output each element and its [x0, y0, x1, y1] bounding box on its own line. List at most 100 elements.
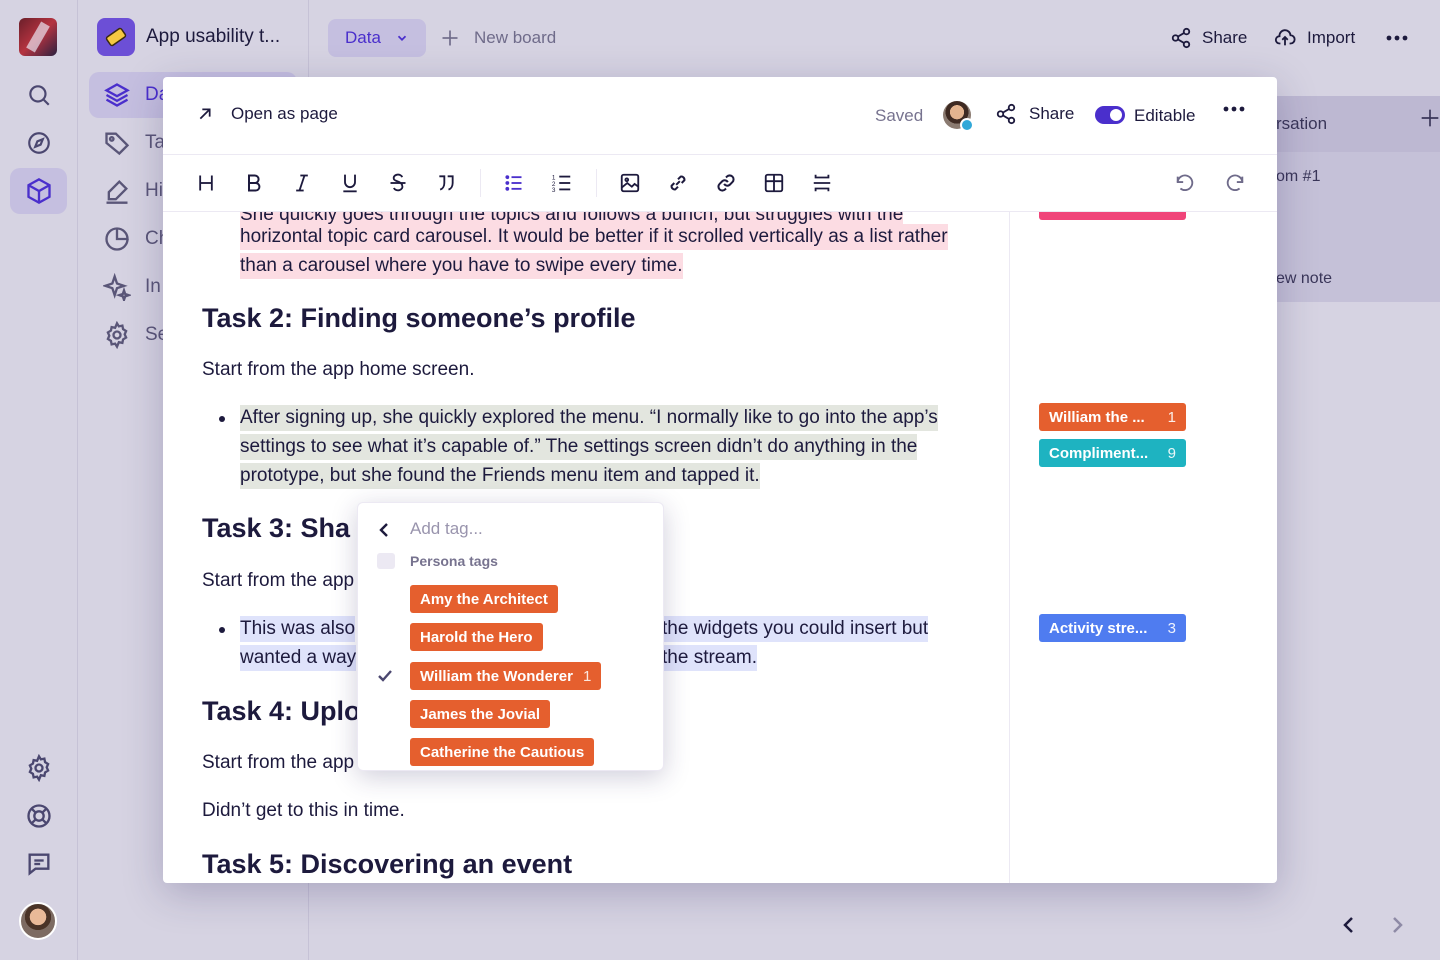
tag-label: Harold the Hero	[420, 628, 533, 646]
open-as-page-label: Open as page	[231, 104, 338, 123]
tag-count: 1	[582, 667, 592, 685]
tag-pill[interactable]: Activity stre... 3	[1039, 614, 1186, 642]
chat-icon[interactable]	[10, 841, 67, 887]
cube-icon[interactable]	[10, 168, 67, 214]
share-label: Share	[1202, 28, 1248, 47]
underline-icon[interactable]	[336, 169, 364, 197]
compass-icon[interactable]	[10, 120, 67, 166]
heading-icon[interactable]	[192, 169, 220, 197]
undo-icon[interactable]	[1171, 169, 1199, 197]
board-card[interactable]: om #1	[1276, 168, 1320, 186]
numbered-list-icon[interactable]: 123	[548, 169, 576, 197]
app-logo[interactable]	[19, 18, 57, 56]
tag-label: Amy the Architect	[420, 590, 548, 608]
highlighted-text[interactable]: After signing up, she quickly explored t…	[240, 403, 980, 490]
modal-header: Open as page Saved Share Editable	[163, 77, 1277, 155]
search-icon[interactable]	[10, 72, 67, 118]
persona-tag-option[interactable]: William the Wonderer 1	[410, 662, 602, 690]
highlight-text: wanted a way	[240, 645, 357, 671]
arrow-up-right-icon	[199, 108, 211, 120]
save-status: Saved	[875, 106, 924, 125]
tag-pill[interactable]: William the ... 1	[1039, 403, 1186, 431]
task-4-start: Start from the app	[202, 752, 355, 773]
highlighted-text[interactable]: the stream.	[662, 643, 758, 672]
tag-search-input[interactable]: Add tag...	[410, 519, 483, 539]
quote-icon[interactable]	[432, 169, 460, 197]
strikethrough-icon[interactable]	[384, 169, 412, 197]
import-label: Import	[1307, 28, 1356, 47]
toolbar-divider	[596, 169, 597, 197]
add-tag-dropdown: Add tag... Persona tags Amy the Architec…	[357, 502, 664, 771]
persona-tag-option[interactable]: James the Jovial	[410, 700, 551, 728]
collaborator-avatar[interactable]	[943, 101, 974, 132]
bullet-dot	[219, 416, 225, 422]
editable-toggle[interactable]	[1095, 106, 1125, 124]
new-board-label: New board	[474, 28, 557, 47]
tag-icon	[105, 132, 130, 156]
share-button[interactable]: Share	[1170, 19, 1247, 57]
highlighted-text[interactable]: This was also	[240, 614, 356, 643]
chevron-left-icon[interactable]	[1342, 914, 1356, 936]
highlight-text: This was also	[240, 616, 356, 642]
persona-tag-option[interactable]: Amy the Architect	[410, 585, 558, 613]
tag-pill[interactable]: Compliment... 9	[1039, 439, 1186, 467]
left-rail	[0, 0, 78, 960]
table-icon[interactable]	[760, 169, 788, 197]
share-icon	[1171, 27, 1191, 49]
view-select-label: Data	[345, 28, 381, 47]
sparkle-icon	[103, 273, 131, 301]
tag-count: 3	[1167, 619, 1176, 637]
link-icon[interactable]	[664, 169, 692, 197]
group-checkbox[interactable]	[377, 553, 395, 569]
task-4-heading: Task 4: Uplo	[202, 696, 361, 726]
checkmark-icon	[377, 669, 393, 683]
board-column-title: rsation	[1262, 96, 1440, 152]
toolbar-divider	[480, 169, 481, 197]
chevron-left-icon[interactable]	[378, 521, 390, 539]
add-column-plus-icon[interactable]	[1420, 108, 1440, 128]
highlighted-text[interactable]: the widgets you could insert but	[662, 614, 929, 643]
task-4-note: Didn’t get to this in time.	[202, 800, 405, 821]
open-as-page-button[interactable]: Open as page	[197, 104, 338, 124]
import-button[interactable]: Import	[1273, 19, 1355, 57]
chevron-down-icon	[397, 35, 407, 41]
top-bar: Data New board Share Import	[310, 0, 1440, 77]
svg-text:3: 3	[552, 187, 556, 194]
highlighted-text[interactable]: wanted a way	[240, 643, 357, 672]
tag-count: 1	[1167, 408, 1176, 426]
board-card[interactable]: ew note	[1276, 270, 1332, 288]
task-2-heading: Task 2: Finding someone’s profile	[202, 303, 636, 333]
settings-gear-icon[interactable]	[10, 745, 67, 791]
tag-label: Compliment...	[1049, 444, 1149, 462]
task-3-heading: Task 3: Sha	[202, 513, 351, 543]
bold-icon[interactable]	[240, 169, 268, 197]
persona-tag-option[interactable]: Catherine the Cautious	[410, 738, 595, 766]
divider-icon[interactable]	[808, 169, 836, 197]
workspace-ticket-icon	[97, 18, 135, 56]
new-board-button[interactable]: New board	[440, 19, 556, 57]
highlighter-icon	[106, 180, 128, 204]
modal-share-button[interactable]: Share	[995, 103, 1074, 125]
editable-label: Editable	[1134, 106, 1196, 125]
bullet-list-icon[interactable]	[500, 169, 528, 197]
persona-tag-option[interactable]: Harold the Hero	[410, 623, 543, 651]
help-lifebuoy-icon[interactable]	[10, 793, 67, 839]
nav-item-label: In	[145, 276, 161, 297]
highlight-text: horizontal topic card carousel. It would…	[240, 224, 948, 279]
redo-icon[interactable]	[1221, 169, 1249, 197]
chevron-right-icon[interactable]	[1390, 914, 1404, 936]
chain-link-icon[interactable]	[712, 169, 740, 197]
more-options-icon[interactable]	[1386, 19, 1408, 57]
italic-icon[interactable]	[288, 169, 316, 197]
tag-label: Activity stre...	[1049, 619, 1148, 637]
view-select-button[interactable]: Data	[328, 19, 426, 57]
tag-label: Catherine the Cautious	[420, 743, 585, 761]
image-icon[interactable]	[616, 169, 644, 197]
highlighted-text[interactable]: horizontal topic card carousel. It would…	[240, 222, 988, 280]
task-2-start: Start from the app home screen.	[202, 359, 475, 380]
plus-icon	[442, 30, 458, 46]
user-avatar[interactable]	[19, 902, 57, 940]
more-options-icon[interactable]	[1223, 106, 1245, 112]
gear-icon	[106, 321, 128, 349]
workspace-header[interactable]: App usability t...	[97, 18, 280, 56]
